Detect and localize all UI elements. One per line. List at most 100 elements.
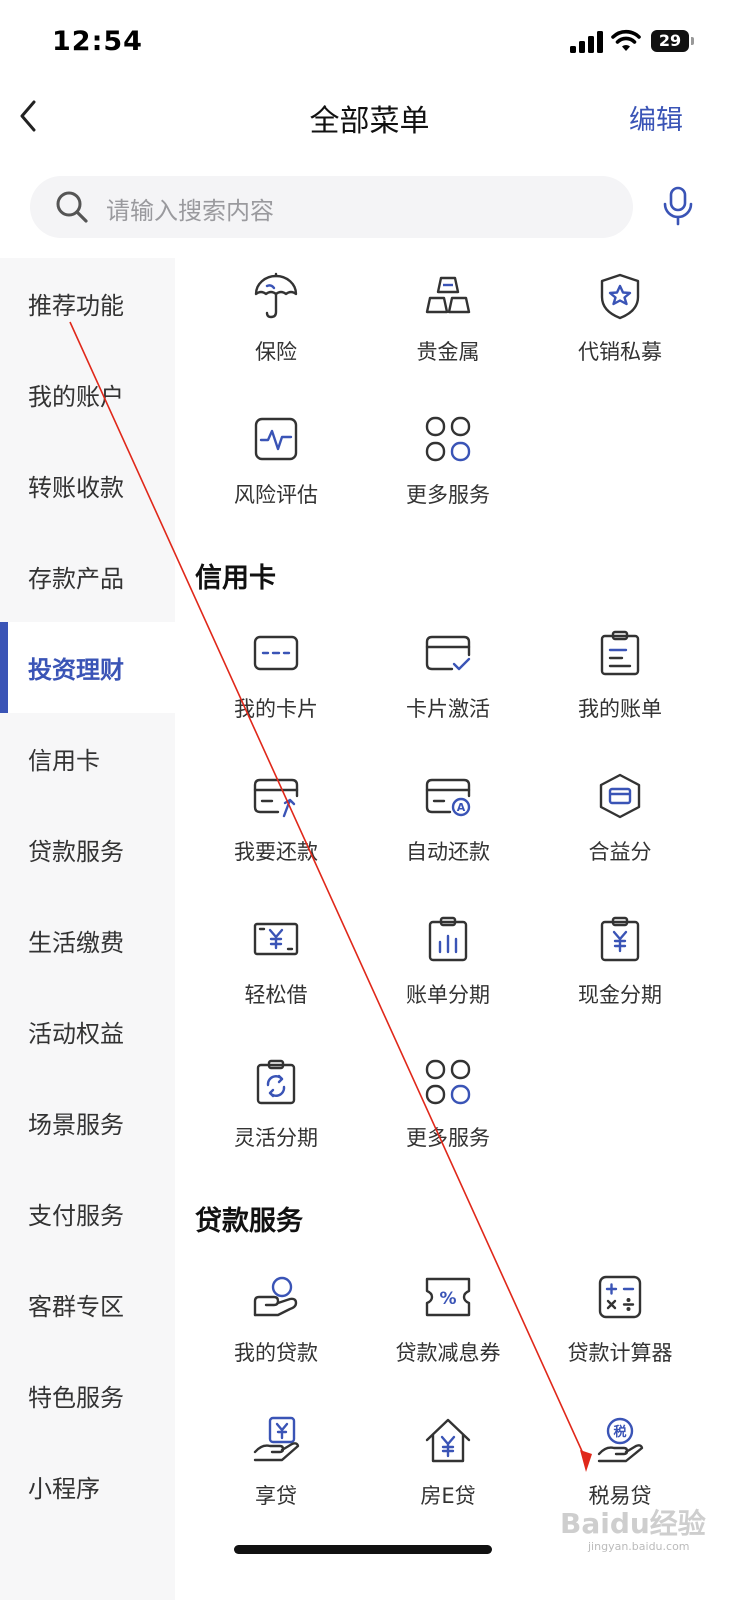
svg-text:A: A xyxy=(457,801,466,814)
menu-item-label: 账单分期 xyxy=(406,983,490,1007)
menu-item-label: 更多服务 xyxy=(406,483,490,507)
menu-item-more-services[interactable]: 更多服务 xyxy=(362,415,534,545)
menu-item-interest-coupon[interactable]: % 贷款减息券 xyxy=(362,1273,534,1403)
sidebar-item-label: 存款产品 xyxy=(28,565,124,593)
battery-indicator: 29 xyxy=(651,30,689,52)
status-time: 12:54 xyxy=(52,26,143,57)
sidebar-item-scene[interactable]: 场景服务 xyxy=(0,1077,175,1168)
sidebar-item-my-account[interactable]: 我的账户 xyxy=(0,349,175,440)
menu-item-house-e-loan[interactable]: 房E贷 xyxy=(362,1416,534,1546)
card-check-icon xyxy=(425,635,471,671)
menu-item-label: 合益分 xyxy=(588,840,652,864)
watermark-brand: Baidu经验 xyxy=(560,1507,706,1540)
card-repay-icon xyxy=(253,778,299,818)
sidebar-item-label: 转账收款 xyxy=(28,474,124,502)
menu-item-label: 自动还款 xyxy=(406,840,490,864)
menu-item-label: 贷款减息券 xyxy=(395,1341,501,1365)
card-icon xyxy=(253,635,299,671)
cash-clipboard-icon xyxy=(600,916,640,962)
more-grid-icon xyxy=(425,416,471,462)
gold-bars-icon xyxy=(425,276,471,314)
menu-item-label: 灵活分期 xyxy=(234,1126,318,1150)
menu-item-card-activation[interactable]: 卡片激活 xyxy=(362,629,534,759)
menu-item-label: 我的账单 xyxy=(578,697,662,721)
sidebar-item-label: 场景服务 xyxy=(28,1111,124,1139)
sidebar-item-label: 贷款服务 xyxy=(28,838,124,866)
wifi-icon xyxy=(611,29,641,51)
cash-note-icon xyxy=(253,922,299,956)
sidebar-item-featured[interactable]: 特色服务 xyxy=(0,1350,175,1441)
microphone-icon[interactable] xyxy=(661,186,695,226)
sidebar-item-label: 特色服务 xyxy=(28,1384,124,1412)
menu-item-label: 更多服务 xyxy=(406,1126,490,1150)
menu-item-label: 保险 xyxy=(255,340,297,364)
menu-item-cash-installment[interactable]: 现金分期 xyxy=(534,915,706,1045)
menu-item-loan-calculator[interactable]: 贷款计算器 xyxy=(534,1273,706,1403)
home-indicator[interactable] xyxy=(234,1545,492,1554)
sidebar-item-activity[interactable]: 活动权益 xyxy=(0,986,175,1077)
sidebar-item-recommended[interactable]: 推荐功能 xyxy=(0,258,175,349)
sidebar-item-credit-card[interactable]: 信用卡 xyxy=(0,713,175,804)
menu-item-label: 代销私募 xyxy=(578,340,662,364)
sidebar-item-label: 投资理财 xyxy=(28,656,124,684)
flex-clipboard-icon xyxy=(256,1059,296,1105)
menu-item-label: 我要还款 xyxy=(234,840,318,864)
sidebar-item-mini-program[interactable]: 小程序 xyxy=(0,1441,175,1532)
menu-item-xiang-loan[interactable]: 享贷 xyxy=(190,1416,362,1546)
signal-icon xyxy=(570,31,603,53)
hexagon-card-icon xyxy=(599,773,641,819)
sidebar-item-customer-group[interactable]: 客群专区 xyxy=(0,1259,175,1350)
calculator-icon xyxy=(598,1275,642,1319)
edit-button[interactable]: 编辑 xyxy=(629,98,683,137)
pulse-monitor-icon xyxy=(254,417,298,461)
category-sidebar: 推荐功能 我的账户 转账收款 存款产品 投资理财 信用卡 贷款服务 生活缴费 活… xyxy=(0,258,175,1600)
svg-text:%: % xyxy=(439,1289,456,1309)
menu-item-my-bill[interactable]: 我的账单 xyxy=(534,629,706,759)
menu-item-label: 贷款计算器 xyxy=(567,1341,673,1365)
menu-item-precious-metals[interactable]: 贵金属 xyxy=(362,272,534,402)
watermark: Baidu经验 jingyan.baidu.com xyxy=(560,1502,706,1553)
sidebar-item-investment[interactable]: 投资理财 xyxy=(0,622,175,713)
menu-item-label: 贵金属 xyxy=(416,340,480,364)
sidebar-item-label: 客群专区 xyxy=(28,1293,124,1321)
hand-tax-icon: 税 xyxy=(597,1417,644,1463)
menu-item-points[interactable]: 合益分 xyxy=(534,772,706,902)
menu-item-auto-repay[interactable]: A 自动还款 xyxy=(362,772,534,902)
menu-item-label: 享贷 xyxy=(255,1484,297,1508)
sidebar-item-loan[interactable]: 贷款服务 xyxy=(0,804,175,895)
sidebar-item-transfer[interactable]: 转账收款 xyxy=(0,440,175,531)
more-grid-icon xyxy=(425,1059,471,1105)
menu-item-label: 轻松借 xyxy=(244,983,308,1007)
menu-item-label: 现金分期 xyxy=(578,983,662,1007)
menu-item-risk-assessment[interactable]: 风险评估 xyxy=(190,415,362,545)
menu-item-bill-installment[interactable]: 账单分期 xyxy=(362,915,534,1045)
menu-item-more-services[interactable]: 更多服务 xyxy=(362,1058,534,1188)
sidebar-item-life-payment[interactable]: 生活缴费 xyxy=(0,895,175,986)
watermark-url: jingyan.baidu.com xyxy=(588,1540,690,1553)
sidebar-item-deposit[interactable]: 存款产品 xyxy=(0,531,175,622)
tax-char: 税 xyxy=(613,1424,626,1440)
card-auto-icon: A xyxy=(425,778,471,817)
menu-item-label: 卡片激活 xyxy=(406,697,490,721)
sidebar-item-label: 生活缴费 xyxy=(28,929,124,957)
search-icon xyxy=(56,191,88,223)
search-placeholder: 请输入搜索内容 xyxy=(106,197,274,225)
sidebar-item-payment[interactable]: 支付服务 xyxy=(0,1168,175,1259)
menu-item-my-loan[interactable]: 我的贷款 xyxy=(190,1273,362,1403)
menu-item-label: 我的贷款 xyxy=(234,1341,318,1365)
menu-item-label: 我的卡片 xyxy=(234,697,318,721)
bill-chart-icon xyxy=(428,916,468,962)
menu-item-repay[interactable]: 我要还款 xyxy=(190,772,362,902)
status-bar: 12:54 29 xyxy=(0,0,739,90)
search-input[interactable]: 请输入搜索内容 xyxy=(30,176,633,238)
sidebar-item-label: 我的账户 xyxy=(28,383,124,411)
battery-tip xyxy=(691,37,694,45)
menu-item-private-fund[interactable]: 代销私募 xyxy=(534,272,706,402)
menu-item-my-cards[interactable]: 我的卡片 xyxy=(190,629,362,759)
menu-item-insurance[interactable]: 保险 xyxy=(190,272,362,402)
sidebar-item-label: 信用卡 xyxy=(28,747,100,775)
menu-item-easy-borrow[interactable]: 轻松借 xyxy=(190,915,362,1045)
sidebar-item-label: 推荐功能 xyxy=(28,292,124,320)
menu-item-flexible-installment[interactable]: 灵活分期 xyxy=(190,1058,362,1188)
menu-item-label: 房E贷 xyxy=(420,1484,476,1508)
